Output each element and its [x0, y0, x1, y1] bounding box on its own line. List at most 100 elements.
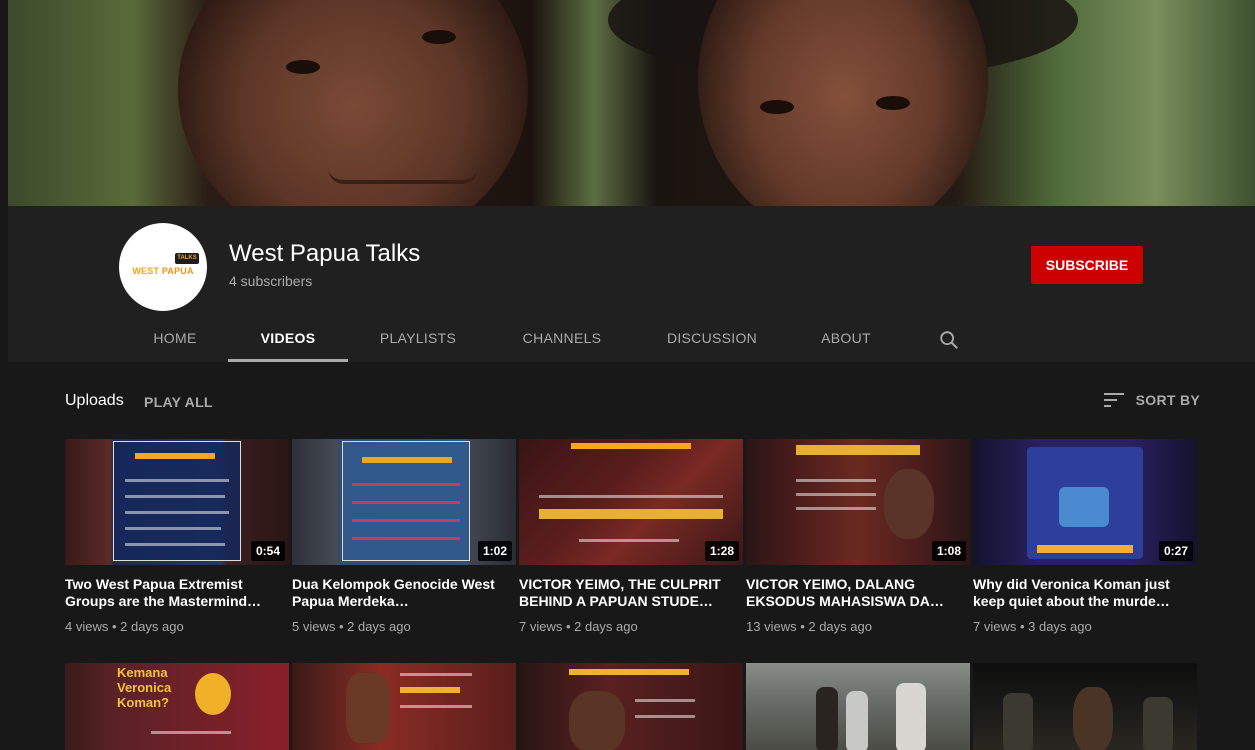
- avatar-logo-text: WEST PAPUA: [123, 266, 203, 276]
- thumbnail-line: [796, 507, 876, 510]
- thumbnail-portrait: [195, 673, 231, 715]
- subscribe-button[interactable]: SUBSCRIBE: [1031, 246, 1143, 284]
- thumbnail-line: [400, 705, 472, 708]
- channel-header: TALKS WEST PAPUA West Papua Talks 4 subs…: [8, 206, 1255, 362]
- tab-home[interactable]: HOME: [134, 318, 216, 362]
- thumbnail-highlight: [571, 443, 691, 449]
- video-title[interactable]: Why did Veronica Koman just keep quiet a…: [973, 576, 1189, 610]
- uploads-header: Uploads PLAY ALL SORT BY: [65, 390, 1205, 414]
- thumbnail-highlight: [539, 509, 723, 519]
- video-item[interactable]: 0:27 Why did Veronica Koman just keep qu…: [973, 439, 1197, 649]
- channel-avatar[interactable]: TALKS WEST PAPUA: [119, 223, 207, 311]
- thumbnail-line: [352, 501, 460, 504]
- video-duration: 1:08: [931, 541, 966, 561]
- thumbnail-line: [352, 483, 460, 486]
- video-meta: 7 views • 2 days ago: [519, 619, 638, 634]
- video-item[interactable]: [519, 663, 743, 750]
- thumbnail-portrait: [346, 673, 390, 743]
- channel-title: West Papua Talks: [229, 240, 421, 267]
- sort-icon: [1103, 393, 1124, 407]
- thumbnail-line: [635, 715, 695, 718]
- thumbnail-line: [352, 519, 460, 522]
- banner-mouth: [328, 168, 478, 184]
- thumbnail-line: [635, 699, 695, 702]
- video-thumbnail[interactable]: [973, 663, 1197, 750]
- thumbnail-line: [796, 479, 876, 482]
- banner-face-right: [698, 0, 988, 206]
- thumbnail-portrait: [884, 469, 934, 539]
- channel-tabs: HOME VIDEOS PLAYLISTS CHANNELS DISCUSSIO…: [8, 318, 1255, 362]
- video-item[interactable]: [292, 663, 516, 750]
- video-item[interactable]: [973, 663, 1197, 750]
- thumbnail-line: [400, 673, 472, 676]
- sort-by-button[interactable]: SORT BY: [1103, 392, 1200, 408]
- thumbnail-line: [151, 731, 231, 734]
- thumbnail-highlight: [362, 457, 452, 463]
- avatar-logo-light: WEST: [132, 266, 162, 276]
- thumbnail-highlight: [400, 687, 460, 693]
- section-title: Uploads: [65, 392, 124, 409]
- avatar-logo-bold: PAPUA: [161, 266, 194, 276]
- channel-banner: [8, 0, 1255, 206]
- thumbnail-person: [896, 683, 926, 750]
- tab-playlists[interactable]: PLAYLISTS: [364, 318, 472, 362]
- thumbnail-line: [125, 511, 229, 514]
- video-meta: 4 views • 2 days ago: [65, 619, 184, 634]
- video-thumbnail[interactable]: 1:28: [519, 439, 743, 565]
- thumbnail-highlight: [569, 669, 689, 675]
- subscriber-count: 4 subscribers: [229, 273, 313, 289]
- thumbnail-portrait: [569, 691, 625, 750]
- video-item[interactable]: 1:28 VICTOR YEIMO, THE CULPRIT BEHIND A …: [519, 439, 743, 649]
- play-all-button[interactable]: PLAY ALL: [144, 394, 213, 410]
- thumbnail-line: [125, 527, 221, 530]
- banner-eye: [422, 30, 456, 44]
- video-thumbnail[interactable]: 1:02: [292, 439, 516, 565]
- video-title[interactable]: VICTOR YEIMO, DALANG EKSODUS MAHASISWA D…: [746, 576, 962, 610]
- thumbnail-line: [579, 539, 679, 542]
- thumbnail-line: [125, 543, 225, 546]
- video-item[interactable]: Kemana Veronica Koman?: [65, 663, 289, 750]
- video-thumbnail[interactable]: Kemana Veronica Koman?: [65, 663, 289, 750]
- thumbnail-line: [352, 537, 460, 540]
- thumbnail-person: [846, 691, 868, 750]
- video-duration: 1:02: [477, 541, 512, 561]
- avatar-badge: TALKS: [175, 253, 199, 264]
- video-title[interactable]: Two West Papua Extremist Groups are the …: [65, 576, 281, 610]
- video-thumbnail[interactable]: [519, 663, 743, 750]
- video-title[interactable]: Dua Kelompok Genocide West Papua Merdeka…: [292, 576, 508, 610]
- video-title[interactable]: VICTOR YEIMO, THE CULPRIT BEHIND A PAPUA…: [519, 576, 735, 610]
- video-duration: 0:54: [250, 541, 285, 561]
- thumbnail-line: [539, 495, 723, 498]
- tab-about[interactable]: ABOUT: [806, 318, 886, 362]
- video-thumbnail[interactable]: 0:27: [973, 439, 1197, 565]
- thumbnail-line: [125, 495, 225, 498]
- thumbnail-highlight: [135, 453, 215, 459]
- search-icon[interactable]: [938, 329, 960, 351]
- thumbnail-highlight: [796, 445, 920, 455]
- video-thumbnail[interactable]: 1:08: [746, 439, 970, 565]
- banner-eye: [760, 100, 794, 114]
- video-duration: 0:27: [1158, 541, 1193, 561]
- sort-by-label: SORT BY: [1135, 392, 1200, 408]
- video-thumbnail[interactable]: [746, 663, 970, 750]
- video-thumbnail[interactable]: [292, 663, 516, 750]
- video-meta: 7 views • 3 days ago: [973, 619, 1092, 634]
- thumbnail-person: [816, 687, 838, 750]
- video-item[interactable]: 0:54 Two West Papua Extremist Groups are…: [65, 439, 289, 649]
- thumbnail-person: [1143, 697, 1173, 750]
- video-item[interactable]: [746, 663, 970, 750]
- video-thumbnail[interactable]: 0:54: [65, 439, 289, 565]
- video-meta: 5 views • 2 days ago: [292, 619, 411, 634]
- video-item[interactable]: 1:02 Dua Kelompok Genocide West Papua Me…: [292, 439, 516, 649]
- tab-videos[interactable]: VIDEOS: [228, 318, 348, 362]
- thumbnail-line: [125, 479, 229, 482]
- banner-eye: [876, 96, 910, 110]
- banner-eye: [286, 60, 320, 74]
- video-meta: 13 views • 2 days ago: [746, 619, 872, 634]
- video-duration: 1:28: [704, 541, 739, 561]
- tab-channels[interactable]: CHANNELS: [508, 318, 616, 362]
- tab-discussion[interactable]: DISCUSSION: [653, 318, 771, 362]
- video-item[interactable]: 1:08 VICTOR YEIMO, DALANG EKSODUS MAHASI…: [746, 439, 970, 649]
- thumbnail-person: [1003, 693, 1033, 750]
- thumbnail-person: [1073, 687, 1113, 750]
